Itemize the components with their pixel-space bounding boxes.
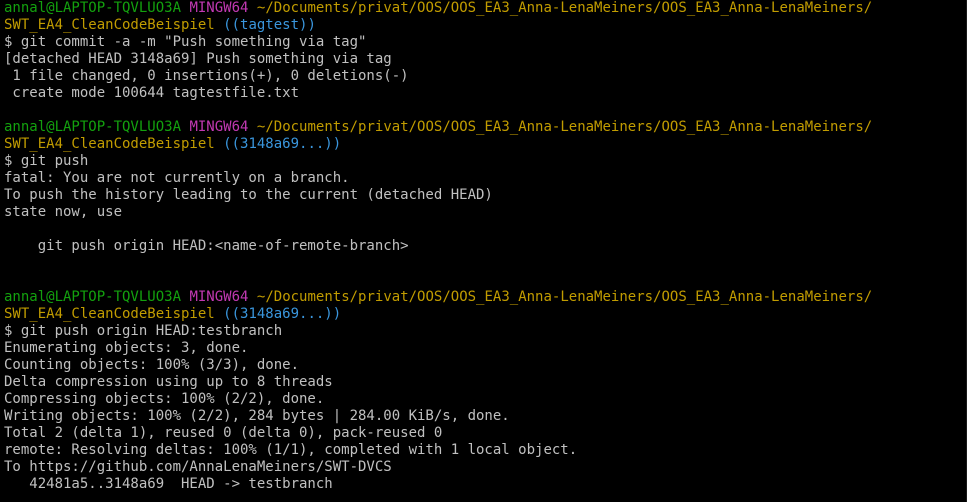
prompt-system: MINGW64	[189, 289, 249, 305]
output-text: Compressing objects: 100% (2/2), done.	[4, 391, 325, 407]
terminal-line: Counting objects: 100% (3/3), done.	[4, 357, 967, 374]
output-text: Delta compression using up to 8 threads	[4, 374, 333, 390]
terminal-line: create mode 100644 tagtestfile.txt	[4, 85, 967, 102]
prompt-user-host: annal@LAPTOP-TQVLUO3A	[4, 0, 182, 16]
terminal-output: annal@LAPTOP-TQVLUO3A MINGW64 ~/Document…	[4, 0, 967, 493]
terminal-line: state now, use	[4, 204, 967, 221]
terminal-line: annal@LAPTOP-TQVLUO3A MINGW64 ~/Document…	[4, 0, 967, 17]
terminal-line: annal@LAPTOP-TQVLUO3A MINGW64 ~/Document…	[4, 289, 967, 306]
terminal-line: Writing objects: 100% (2/2), 284 bytes |…	[4, 408, 967, 425]
output-text: git push origin HEAD:<name-of-remote-bra…	[4, 238, 409, 254]
output-text: Enumerating objects: 3, done.	[4, 340, 249, 356]
prompt-path: SWT_EA4_CleanCodeBeispiel	[4, 306, 215, 322]
terminal-line: remote: Resolving deltas: 100% (1/1), co…	[4, 442, 967, 459]
terminal-line: 42481a5..3148a69 HEAD -> testbranch	[4, 476, 967, 493]
prompt-system: MINGW64	[189, 119, 249, 135]
terminal-line: git push origin HEAD:<name-of-remote-bra…	[4, 238, 967, 255]
output-text: 42481a5..3148a69 HEAD -> testbranch	[4, 476, 333, 492]
terminal-line: SWT_EA4_CleanCodeBeispiel ((tagtest))	[4, 17, 967, 34]
output-text: Writing objects: 100% (2/2), 284 bytes |…	[4, 408, 510, 424]
prompt-system: MINGW64	[189, 0, 249, 16]
prompt-branch: ((tagtest))	[223, 17, 316, 33]
output-text: fatal: You are not currently on a branch…	[4, 170, 350, 186]
terminal-line: $ git push	[4, 153, 967, 170]
output-text: To https://github.com/AnnaLenaMeiners/SW…	[4, 459, 392, 475]
command-text: $ git push	[4, 153, 89, 169]
output-text: To push the history leading to the curre…	[4, 187, 493, 203]
terminal-line: To push the history leading to the curre…	[4, 187, 967, 204]
prompt-path: SWT_EA4_CleanCodeBeispiel	[4, 17, 215, 33]
terminal-line: To https://github.com/AnnaLenaMeiners/SW…	[4, 459, 967, 476]
prompt-path: ~/Documents/privat/OOS/OOS_EA3_Anna-Lena…	[256, 119, 873, 135]
terminal-line: fatal: You are not currently on a branch…	[4, 170, 967, 187]
prompt-user-host: annal@LAPTOP-TQVLUO3A	[4, 289, 182, 305]
terminal-line: [detached HEAD 3148a69] Push something v…	[4, 51, 967, 68]
terminal-line: Enumerating objects: 3, done.	[4, 340, 967, 357]
prompt-path: SWT_EA4_CleanCodeBeispiel	[4, 136, 215, 152]
output-text: Total 2 (delta 1), reused 0 (delta 0), p…	[4, 425, 443, 441]
output-text: 1 file changed, 0 insertions(+), 0 delet…	[4, 68, 409, 84]
command-text: $ git commit -a -m "Push something via t…	[4, 34, 367, 50]
prompt-branch: ((3148a69...))	[223, 306, 342, 322]
prompt-path: ~/Documents/privat/OOS/OOS_EA3_Anna-Lena…	[256, 0, 873, 16]
terminal-line: SWT_EA4_CleanCodeBeispiel ((3148a69...))	[4, 136, 967, 153]
terminal-line: $ git commit -a -m "Push something via t…	[4, 34, 967, 51]
terminal-line: $ git push origin HEAD:testbranch	[4, 323, 967, 340]
terminal-window[interactable]: annal@LAPTOP-TQVLUO3A MINGW64 ~/Document…	[0, 0, 967, 502]
terminal-line: SWT_EA4_CleanCodeBeispiel ((3148a69...))	[4, 306, 967, 323]
output-text: remote: Resolving deltas: 100% (1/1), co…	[4, 442, 578, 458]
terminal-line: 1 file changed, 0 insertions(+), 0 delet…	[4, 68, 967, 85]
command-text: $ git push origin HEAD:testbranch	[4, 323, 283, 339]
prompt-path: ~/Documents/privat/OOS/OOS_EA3_Anna-Lena…	[256, 289, 873, 305]
terminal-line: Delta compression using up to 8 threads	[4, 374, 967, 391]
terminal-line: Total 2 (delta 1), reused 0 (delta 0), p…	[4, 425, 967, 442]
output-text: create mode 100644 tagtestfile.txt	[4, 85, 300, 101]
output-text: state now, use	[4, 204, 123, 220]
prompt-user-host: annal@LAPTOP-TQVLUO3A	[4, 119, 182, 135]
output-text: [detached HEAD 3148a69] Push something v…	[4, 51, 392, 67]
terminal-line: annal@LAPTOP-TQVLUO3A MINGW64 ~/Document…	[4, 119, 967, 136]
output-text: Counting objects: 100% (3/3), done.	[4, 357, 300, 373]
prompt-branch: ((3148a69...))	[223, 136, 342, 152]
terminal-line: Compressing objects: 100% (2/2), done.	[4, 391, 967, 408]
